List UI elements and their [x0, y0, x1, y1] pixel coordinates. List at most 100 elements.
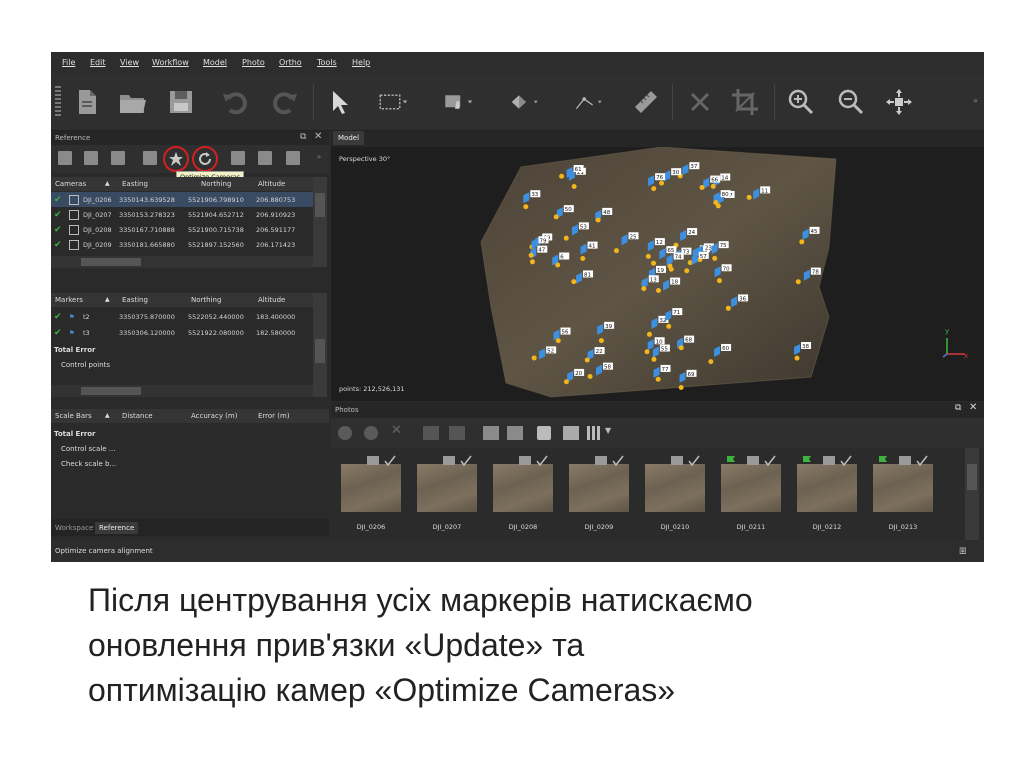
- menu-photo[interactable]: Photo: [242, 58, 265, 67]
- menu-edit[interactable]: Edit: [90, 58, 106, 67]
- menu-tools[interactable]: Tools: [317, 58, 337, 67]
- easting-column[interactable]: Easting: [122, 180, 148, 188]
- redo-icon[interactable]: [267, 84, 303, 120]
- altitude-column[interactable]: Altitude: [258, 180, 285, 188]
- control-points-label[interactable]: Control points: [61, 361, 110, 369]
- table-row[interactable]: ✔ ⚑ t3 3350306.120000 5521922.080000 182…: [51, 325, 313, 340]
- size-grip-icon[interactable]: ⧆: [959, 543, 967, 558]
- tab-workspace[interactable]: Workspace: [51, 522, 97, 534]
- markers-vertical-scrollbar[interactable]: [313, 293, 327, 397]
- rectangle-selection-icon[interactable]: [371, 84, 415, 120]
- scalebars-column[interactable]: Scale Bars: [55, 412, 92, 420]
- menu-view[interactable]: View: [120, 58, 139, 67]
- intelligent-scissors-icon[interactable]: [436, 84, 480, 120]
- northing-column[interactable]: Northing: [201, 180, 231, 188]
- markers-horizontal-scrollbar[interactable]: [51, 385, 313, 397]
- photos-vertical-scrollbar[interactable]: [965, 448, 979, 540]
- update-button[interactable]: [163, 146, 189, 172]
- rotate-right-icon[interactable]: [449, 426, 465, 440]
- checkbox-checked-icon[interactable]: ✔: [54, 329, 62, 338]
- checkbox-checked-icon[interactable]: ✔: [54, 211, 62, 220]
- table-row[interactable]: ✔ DJI_0206 3350143.639528 5521906.798910…: [51, 192, 313, 207]
- draw-polyline-icon[interactable]: [561, 84, 617, 120]
- check-scale-bars-label[interactable]: Check scale b...: [61, 460, 116, 468]
- table-row[interactable]: ✔ DJI_0207 3350153.278323 5521904.652712…: [51, 207, 313, 222]
- scrollbar-thumb[interactable]: [967, 464, 977, 490]
- optimize-cameras-button[interactable]: [192, 146, 218, 172]
- reset-filter-icon[interactable]: [537, 426, 551, 440]
- move-object-icon[interactable]: [497, 84, 553, 120]
- remove-cameras-icon[interactable]: ✕: [391, 423, 402, 438]
- error-column[interactable]: Error (m): [258, 412, 290, 420]
- chevron-down-icon[interactable]: ▼: [605, 426, 611, 435]
- enable-cameras-icon[interactable]: [338, 426, 352, 440]
- scrollbar-thumb[interactable]: [315, 193, 325, 217]
- menu-help[interactable]: Help: [352, 58, 370, 67]
- checkbox-checked-icon[interactable]: ✔: [54, 313, 62, 322]
- sort-asc-icon[interactable]: ▲: [105, 296, 110, 303]
- checkbox-checked-icon[interactable]: ✔: [54, 226, 62, 235]
- float-panel-icon[interactable]: ⧉: [300, 132, 306, 142]
- toolbar-overflow-icon[interactable]: »: [973, 96, 978, 105]
- markers-column[interactable]: Markers: [55, 296, 83, 304]
- export-icon[interactable]: [84, 151, 98, 165]
- altitude-column[interactable]: Altitude: [258, 296, 285, 304]
- tab-reference[interactable]: Reference: [95, 522, 139, 534]
- zoom-out-icon[interactable]: [833, 84, 869, 120]
- ruler-icon[interactable]: [628, 84, 664, 120]
- tab-model[interactable]: Model: [333, 131, 365, 145]
- scrollbar-thumb[interactable]: [81, 387, 141, 395]
- table-row[interactable]: ✔ ⚑ t2 3350375.870000 5522052.440000 183…: [51, 309, 313, 324]
- rotate-left-icon[interactable]: [423, 426, 439, 440]
- filter-by-marker-icon[interactable]: [483, 426, 499, 440]
- zoom-in-icon[interactable]: [783, 84, 819, 120]
- new-document-icon[interactable]: [69, 84, 105, 120]
- cameras-column[interactable]: Cameras: [55, 180, 86, 188]
- menu-file[interactable]: File: [62, 58, 75, 67]
- view-errors-icon[interactable]: [231, 151, 245, 165]
- disable-cameras-icon[interactable]: [364, 426, 378, 440]
- float-panel-icon[interactable]: ⧉: [955, 403, 961, 413]
- cameras-horizontal-scrollbar[interactable]: [51, 256, 313, 268]
- close-panel-icon[interactable]: ✕: [969, 402, 977, 413]
- save-icon[interactable]: [163, 84, 199, 120]
- close-panel-icon[interactable]: ✕: [314, 131, 322, 142]
- filter-by-point-icon[interactable]: [507, 426, 523, 440]
- menu-ortho[interactable]: Ortho: [279, 58, 302, 67]
- toolbar-grip[interactable]: [55, 86, 61, 118]
- checkbox-checked-icon[interactable]: ✔: [54, 196, 62, 205]
- clear-icon[interactable]: [111, 151, 125, 165]
- scrollbar-thumb[interactable]: [315, 339, 325, 363]
- table-row[interactable]: ✔ DJI_0209 3350181.665880 5521897.152560…: [51, 237, 313, 252]
- navigation-arrow-icon[interactable]: [321, 84, 357, 120]
- menu-workflow[interactable]: Workflow: [152, 58, 189, 67]
- grid-view-icon[interactable]: [587, 426, 601, 440]
- model-view[interactable]: Model Perspective 30° 181915141721613202…: [331, 131, 984, 401]
- crop-icon[interactable]: [727, 84, 763, 120]
- easting-column[interactable]: Easting: [122, 296, 148, 304]
- reset-view-icon[interactable]: [881, 84, 917, 120]
- photo-label: DJI_0206: [356, 523, 386, 531]
- open-folder-icon[interactable]: [114, 84, 150, 120]
- reference-toolbar-overflow-icon[interactable]: »: [317, 153, 321, 161]
- point-cloud-scene[interactable]: 1819151417216132024252223504745104839383…: [331, 147, 984, 401]
- import-icon[interactable]: [58, 151, 72, 165]
- undo-icon[interactable]: [217, 84, 253, 120]
- delete-icon[interactable]: [682, 84, 718, 120]
- view-mode-icon[interactable]: [563, 426, 579, 440]
- checkbox-checked-icon[interactable]: ✔: [54, 241, 62, 250]
- sort-asc-icon[interactable]: ▲: [105, 180, 110, 187]
- table-row[interactable]: ✔ DJI_0208 3350167.710888 5521900.715738…: [51, 222, 313, 237]
- convert-icon[interactable]: [143, 151, 157, 165]
- toolbar-separator: [774, 84, 775, 120]
- accuracy-column[interactable]: Accuracy (m): [191, 412, 237, 420]
- northing-column[interactable]: Northing: [191, 296, 221, 304]
- cameras-vertical-scrollbar[interactable]: [313, 177, 327, 267]
- scrollbar-thumb[interactable]: [81, 258, 141, 266]
- view-estimated-icon[interactable]: [258, 151, 272, 165]
- sort-asc-icon[interactable]: ▲: [105, 412, 110, 419]
- menu-model[interactable]: Model: [203, 58, 227, 67]
- control-scale-bars-label[interactable]: Control scale ...: [61, 445, 115, 453]
- distance-column[interactable]: Distance: [122, 412, 153, 420]
- settings-icon[interactable]: [286, 151, 300, 165]
